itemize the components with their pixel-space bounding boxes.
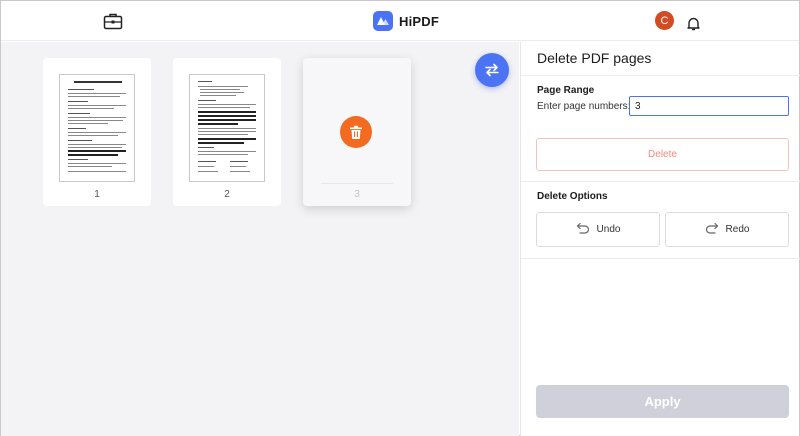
- page-number: 1: [94, 189, 100, 200]
- page-range-heading: Page Range: [537, 85, 595, 96]
- apply-button[interactable]: Apply: [536, 385, 789, 418]
- page-thumbnail: [189, 74, 265, 182]
- divider: [321, 183, 393, 184]
- page-range-input[interactable]: [629, 96, 789, 116]
- page-card[interactable]: 1: [43, 58, 151, 206]
- bell-icon[interactable]: [687, 16, 700, 31]
- hipdf-logo-icon: [373, 11, 393, 31]
- panel-title: Delete PDF pages: [537, 50, 652, 66]
- delete-options-heading: Delete Options: [537, 191, 608, 202]
- redo-label: Redo: [725, 224, 750, 235]
- top-bar: HiPDF C: [1, 1, 799, 41]
- trash-icon[interactable]: [340, 116, 372, 148]
- redo-button[interactable]: Redo: [665, 212, 789, 247]
- undo-label: Undo: [596, 224, 621, 235]
- swap-arrows-icon[interactable]: [475, 53, 509, 87]
- brand-name: HiPDF: [399, 13, 439, 29]
- avatar[interactable]: C: [655, 11, 674, 30]
- brand[interactable]: HiPDF: [373, 11, 439, 31]
- delete-pages-panel: Delete PDF pages Page Range Enter page n…: [520, 42, 800, 436]
- page-range-label: Enter page numbers:: [537, 101, 631, 112]
- undo-button[interactable]: Undo: [536, 212, 660, 247]
- page-card-selected[interactable]: 3: [303, 58, 411, 206]
- briefcase-icon[interactable]: [103, 12, 123, 30]
- page-card[interactable]: 2: [173, 58, 281, 206]
- undo-icon: [576, 222, 590, 237]
- pages-canvas: 1 2 3: [1, 42, 519, 436]
- page-number: 2: [224, 189, 230, 200]
- delete-button[interactable]: Delete: [536, 138, 789, 171]
- redo-icon: [705, 222, 719, 237]
- divider: [521, 258, 800, 259]
- divider: [521, 75, 800, 76]
- divider: [521, 181, 800, 182]
- page-thumbnail: [59, 74, 135, 182]
- page-number: 3: [354, 189, 360, 200]
